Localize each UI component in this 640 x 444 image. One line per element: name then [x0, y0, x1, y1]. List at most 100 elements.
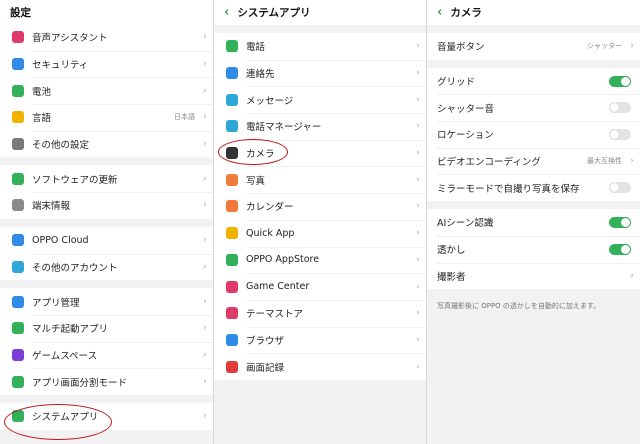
system-app-browser-icon[interactable]: ブラウザ › [214, 326, 426, 354]
settings-item-mic-icon[interactable]: 音声アシスタント › [0, 24, 213, 51]
row-label: Quick App [246, 227, 295, 239]
system-app-calendar-icon[interactable]: カレンダー › [214, 193, 426, 220]
toggle-switch[interactable] [609, 182, 631, 194]
system-app-photos-icon[interactable]: 写真 › [214, 166, 426, 193]
row-label: 電池 [32, 86, 52, 98]
camera-setting[interactable]: 音量ボタン シャッター › [427, 33, 640, 60]
camera-setting[interactable]: AIシーン認識 [427, 209, 640, 236]
account-icon [12, 260, 24, 273]
row-value: 最大互換性 [587, 157, 622, 166]
system-app-contacts-icon[interactable]: 連絡先 › [214, 59, 426, 87]
settings-item-cloud-icon[interactable]: OPPO Cloud › [0, 227, 213, 254]
row-label: マルチ起動アプリ [32, 324, 109, 336]
system-app-quick-app-icon[interactable]: Quick App › [214, 219, 426, 247]
system-app-camera-icon[interactable]: カメラ › [214, 139, 426, 167]
chevron-right-icon: › [203, 349, 207, 360]
game-space-icon [12, 348, 24, 361]
browser-icon [226, 333, 238, 346]
back-arrow-icon[interactable]: ‹ [224, 5, 229, 20]
settings-item-system-apps-icon[interactable]: システムアプリ › [0, 403, 213, 430]
camera-setting[interactable]: ミラーモードで自撮り写真を保存 [427, 174, 640, 201]
row-label: 写真 [246, 175, 266, 187]
camera-setting[interactable]: 撮影者 › [427, 262, 640, 290]
row-value: シャッター [587, 42, 622, 51]
cloud-icon [12, 234, 24, 247]
settings-item-shield-icon[interactable]: セキュリティ › [0, 50, 213, 78]
row-label: ビデオエンコーディング [437, 157, 541, 169]
chevron-right-icon: › [416, 334, 420, 345]
system-app-message-icon[interactable]: メッセージ › [214, 86, 426, 113]
chevron-right-icon: › [416, 68, 420, 79]
settings-group: システムアプリ › [0, 402, 213, 430]
row-label: カレンダー [246, 202, 294, 214]
toggle-switch[interactable] [609, 75, 631, 87]
row-label: ソフトウェアの更新 [32, 174, 118, 186]
settings-title: 設定 [10, 7, 31, 19]
settings-item-info-icon[interactable]: 端末情報 › [0, 192, 213, 219]
row-label: ロケーション [437, 130, 494, 142]
camera-icon [226, 147, 238, 160]
row-label: ミラーモードで自撮り写真を保存 [437, 183, 580, 195]
settings-item-language-icon[interactable]: 言語 日本語 › [0, 104, 213, 131]
settings-item-battery-icon[interactable]: 電池 › [0, 77, 213, 104]
camera-setting[interactable]: シャッター音 [427, 94, 640, 121]
toggle-switch[interactable] [609, 216, 631, 228]
chevron-right-icon: › [416, 174, 420, 185]
system-app-theme-store-icon[interactable]: テーマストア › [214, 299, 426, 327]
split-screen-icon [12, 375, 24, 388]
settings-item-split-screen-icon[interactable]: アプリ画面分割モード › [0, 368, 213, 395]
camera-settings-group: グリッド シャッター音ロケーションビデオエンコーディング 最大互換性 › ミラーモードで… [427, 67, 640, 202]
row-label: OPPO AppStore [246, 254, 320, 266]
camera-header: ‹ カメラ [427, 0, 640, 25]
chevron-right-icon: › [203, 59, 207, 70]
camera-setting[interactable]: 透かし [427, 235, 640, 263]
appstore-icon [226, 253, 238, 266]
system-app-appstore-icon[interactable]: OPPO AppStore › [214, 246, 426, 274]
toggle-switch[interactable] [609, 128, 631, 140]
system-app-game-center-icon[interactable]: Game Center › [214, 273, 426, 300]
system-apps-icon [12, 410, 24, 423]
chevron-right-icon: › [203, 411, 207, 422]
row-label: システムアプリ [32, 412, 99, 424]
row-label: アプリ管理 [32, 297, 80, 309]
row-label: その他の設定 [32, 140, 90, 152]
settings-item-apps-grid-icon[interactable]: アプリ管理 › [0, 288, 213, 315]
row-label: AIシーン認識 [437, 218, 494, 230]
settings-pane: 設定 音声アシスタント › セキュリティ › 電池 › 言語 日本語 › その他の設定 › ソフトウェ… [0, 0, 213, 444]
chevron-right-icon: › [203, 32, 207, 43]
row-label: 電話マネージャー [246, 122, 322, 134]
gear-icon [12, 138, 24, 151]
row-label: 端末情報 [32, 201, 71, 213]
settings-header: 設定 [0, 0, 213, 25]
chevron-right-icon: › [416, 121, 420, 132]
multi-app-icon [12, 322, 24, 335]
camera-setting[interactable]: ロケーション [427, 121, 640, 148]
chevron-right-icon: › [630, 156, 634, 167]
settings-item-update-icon[interactable]: ソフトウェアの更新 › [0, 165, 213, 192]
row-label: 電話 [246, 42, 266, 54]
system-app-phone-manager-icon[interactable]: 電話マネージャー › [214, 113, 426, 140]
chevron-right-icon: › [630, 41, 634, 52]
theme-store-icon [226, 307, 238, 320]
toggle-switch[interactable] [609, 243, 631, 255]
chevron-right-icon: › [203, 200, 207, 211]
system-app-screen-record-icon[interactable]: 画面記録 › [214, 353, 426, 380]
toggle-switch[interactable] [609, 102, 631, 114]
screen-record-icon [226, 360, 238, 373]
system-app-phone-icon[interactable]: 電話 › [214, 33, 426, 60]
watermark-note: 写真撮影後に OPPO の透かしを自動的に加えます。 [437, 302, 601, 311]
chevron-right-icon: › [203, 323, 207, 334]
chevron-right-icon: › [416, 281, 420, 292]
contacts-icon [226, 67, 238, 80]
settings-item-game-space-icon[interactable]: ゲームスペース › [0, 341, 213, 369]
row-label: メッセージ [246, 95, 294, 107]
settings-item-multi-app-icon[interactable]: マルチ起動アプリ › [0, 314, 213, 342]
chevron-right-icon: › [416, 94, 420, 105]
settings-group: OPPO Cloud › その他のアカウント › [0, 226, 213, 281]
chevron-right-icon: › [203, 139, 207, 150]
back-arrow-icon[interactable]: ‹ [437, 5, 442, 20]
settings-item-gear-icon[interactable]: その他の設定 › [0, 130, 213, 158]
camera-setting[interactable]: グリッド [427, 68, 640, 95]
camera-setting[interactable]: ビデオエンコーディング 最大互換性 › [427, 147, 640, 175]
settings-item-account-icon[interactable]: その他のアカウント › [0, 253, 213, 281]
